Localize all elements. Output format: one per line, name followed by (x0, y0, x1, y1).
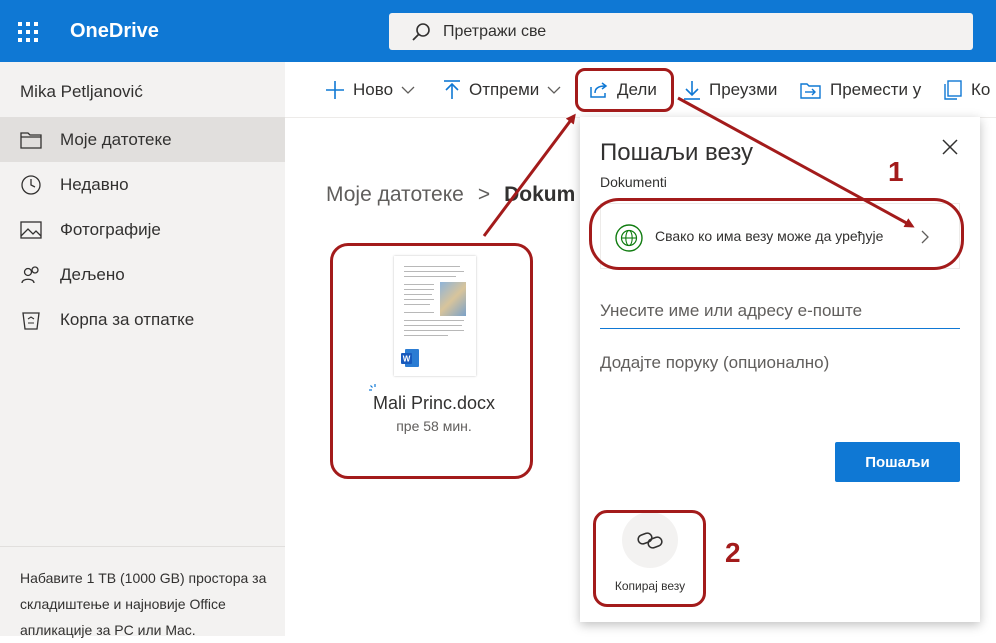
download-label: Преузми (709, 79, 778, 99)
breadcrumb-current: Dokum (504, 183, 576, 206)
sidebar-item-label: Фотографије (60, 219, 161, 239)
top-bar: OneDrive (0, 0, 996, 62)
new-label: Ново (353, 79, 394, 99)
svg-text:W: W (403, 355, 411, 364)
move-to-button[interactable]: Премести у (800, 62, 921, 117)
sidebar: Mika Petljanović Моје датотеке Недавно Ф… (0, 62, 285, 638)
sidebar-item-label: Моје датотеке (60, 129, 172, 149)
word-icon: W (401, 349, 419, 367)
sidebar-item-recent[interactable]: Недавно (0, 162, 285, 207)
chevron-right-icon (921, 230, 929, 244)
search-icon (412, 23, 430, 41)
upload-icon (444, 79, 460, 99)
file-name[interactable]: Mali Princ.docx (340, 393, 528, 414)
upload-label: Отпреми (469, 79, 540, 99)
sidebar-item-my-files[interactable]: Моје датотеке (0, 117, 285, 162)
search-box[interactable] (389, 13, 973, 50)
send-button[interactable]: Пошаљи (835, 442, 960, 482)
copy-to-button[interactable]: Ко (943, 62, 990, 117)
upload-button[interactable]: Отпреми (443, 62, 569, 117)
recipient-email-field[interactable] (600, 293, 960, 329)
copy-to-label: Ко (971, 79, 991, 99)
file-tile[interactable]: W Mali Princ.docx пре 58 мин. (340, 250, 528, 475)
image-icon (20, 221, 42, 239)
command-bar: Ново Отпреми Дели Преузми Премести у Ко (285, 62, 996, 118)
clock-icon (21, 175, 41, 195)
share-label: Дели (617, 79, 657, 99)
share-icon (590, 81, 608, 98)
chevron-down-icon (401, 86, 415, 94)
link-icon (637, 532, 663, 549)
message-field[interactable] (600, 349, 960, 429)
close-icon[interactable] (940, 137, 960, 157)
link-permission-button[interactable]: Свако ко има везу може да уређује (600, 203, 960, 269)
sidebar-item-label: Дељено (60, 264, 125, 284)
new-button[interactable]: Ново (325, 62, 423, 117)
storage-promo[interactable]: Набавите 1 TB (1000 GB) простора за скла… (20, 565, 270, 643)
share-dialog-title: Пошаљи везу (600, 139, 754, 166)
sidebar-divider (0, 546, 285, 547)
breadcrumb-separator: > (477, 183, 491, 206)
app-brand[interactable]: OneDrive (70, 20, 159, 43)
globe-icon (615, 224, 643, 252)
arrow-file-to-share (482, 113, 576, 237)
people-icon (21, 266, 39, 284)
breadcrumb-root[interactable]: Моје датотеке (326, 183, 464, 206)
breadcrumb: Моје датотеке > Dokum (326, 183, 575, 207)
share-button[interactable]: Дели (589, 62, 657, 117)
sidebar-item-label: Корпа за отпатке (60, 309, 195, 329)
sidebar-item-shared[interactable]: Дељено (0, 252, 285, 297)
copy-link-circle (622, 512, 678, 568)
download-button[interactable]: Преузми (683, 62, 777, 117)
app-launcher-icon[interactable] (18, 22, 38, 42)
sidebar-item-label: Недавно (60, 174, 129, 194)
sidebar-item-recycle-bin[interactable]: Корпа за отпатке (0, 297, 285, 342)
search-input[interactable] (443, 13, 943, 50)
file-modified: пре 58 мин. (396, 418, 472, 434)
download-icon (684, 80, 700, 100)
annotation-step-1: 1 (888, 156, 904, 187)
copy-link-label: Копирај везу (614, 579, 686, 593)
share-dialog-subtitle: Dokumenti (600, 174, 667, 190)
sidebar-nav: Моје датотеке Недавно Фотографије Дељено (0, 117, 285, 342)
copy-icon (944, 79, 962, 100)
move-to-label: Премести у (830, 79, 922, 99)
copy-link-button[interactable]: Копирај везу (602, 512, 698, 602)
chevron-down-icon (547, 86, 561, 94)
recycle-bin-icon (22, 312, 40, 330)
plus-icon (326, 80, 344, 99)
share-dialog: Пошаљи везу Dokumenti Свако ко има везу … (580, 117, 980, 622)
sidebar-item-photos[interactable]: Фотографије (0, 207, 285, 252)
annotation-step-2: 2 (725, 537, 741, 568)
link-permission-text: Свако ко има везу може да уређује (655, 228, 884, 244)
move-to-icon (800, 82, 821, 99)
folder-icon (20, 132, 42, 149)
user-name: Mika Petljanović (20, 82, 143, 101)
